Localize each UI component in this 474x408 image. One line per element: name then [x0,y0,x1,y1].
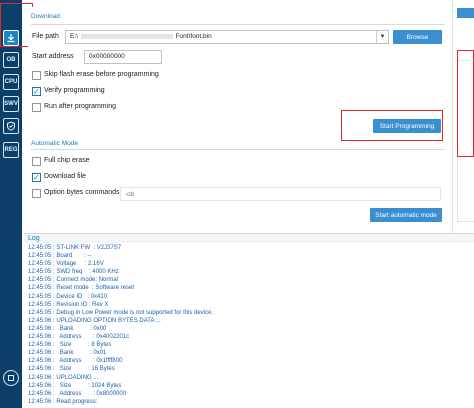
reg-icon[interactable]: REG [3,142,19,158]
shield-icon[interactable] [3,118,19,134]
verify-programming-checkbox[interactable] [32,87,41,96]
log-line: 12:45:05 : Device ID : 0x410 [28,293,108,300]
log-line: 12:45:05 : Voltage : 2.16V [28,261,104,268]
log-line: 12:45:05 : Debug in Low Power mode is no… [28,309,214,316]
log-line: 12:45:06 : Read progress: [28,398,98,405]
log-line: 12:45:05 : Reset mode : Software reset [28,285,135,292]
file-path-field[interactable]: E:\ Font\font.bin ▼ [65,30,389,44]
download-file-checkbox[interactable] [32,173,41,182]
file-path-label: File path [32,33,59,40]
skip-flash-erase-label: Skip flash erase before programming [44,71,159,78]
log-line: 12:45:05 : Revision ID : Rev X [28,301,109,308]
start-automatic-mode-button[interactable]: Start automatic mode [370,208,442,222]
log-line: 12:45:05 : ST-LINK FW : V2J37S7 [28,245,122,251]
log-line: 12:45:06 : Size : 8 Bytes [28,342,112,349]
log-line: 12:45:06 : Size : 1024 Bytes [28,382,122,389]
log-line: 12:45:05 : SWD freq : 4000 KHz [28,269,119,276]
log-line: 12:45:06 : Address : 0x1ffff800 [28,358,123,365]
option-bytes-input[interactable] [120,187,441,201]
swv-icon[interactable]: SWV [3,96,19,112]
download-arrow-icon [7,34,15,43]
run-after-programming-checkbox[interactable] [32,103,41,112]
full-chip-erase-label: Full chip erase [44,157,90,164]
log-line: 12:45:06 : UPLOADING ... [28,374,99,381]
ob-icon[interactable]: OB [3,52,19,68]
log-line: 12:45:06 : Address : 0x8000000 [28,390,127,397]
file-path-suffix: Font\font.bin [175,33,212,40]
log-line: 12:45:06 : Bank : 0x00 [28,325,107,332]
right-panel-header [457,8,474,18]
log-line: 12:45:06 : UPLOADING OPTION BYTES DATA .… [28,317,161,324]
log-header-bar [24,233,474,243]
option-bytes-commands-checkbox[interactable] [32,189,41,198]
log-line: 12:45:05 : Board : -- [28,253,92,260]
log-output[interactable]: 12:45:05 : ST-LINK FW : V2J37S7 12:45:05… [28,244,474,408]
cpu-icon[interactable]: CPU [3,74,19,90]
stm32cubeprogrammer-window: OB CPU SWV REG Download File path E:\ Fo… [0,0,474,408]
start-address-field[interactable]: 0x00000000 [84,50,162,64]
download-separator [31,24,445,25]
file-path-redacted [80,33,173,39]
shield-glyph-icon [7,121,15,131]
download-file-label: Download file [44,173,87,180]
option-bytes-commands-label: Option bytes commands [44,189,120,196]
log-line: 12:45:05 : Connect mode: Normal [28,277,119,284]
browse-button[interactable]: Browse [393,30,442,44]
log-line: 12:45:06 : Address : 0x4002201c [28,334,130,341]
download-panel: Download File path E:\ Font\font.bin ▼ B… [28,7,451,233]
start-address-label: Start address [32,53,74,60]
skip-flash-erase-checkbox[interactable] [32,71,41,80]
chevron-down-icon[interactable]: ▼ [376,31,388,43]
verify-programming-label: Verify programming [44,87,105,94]
download-icon[interactable] [3,30,19,46]
full-chip-erase-checkbox[interactable] [32,157,41,166]
file-path-prefix: E:\ [70,33,78,40]
right-panel-table [457,60,474,222]
right-device-panel [452,0,474,233]
log-line: 12:45:06 : Size : 16 Bytes [28,366,115,373]
chip-info-icon [8,375,14,381]
left-sidebar: OB CPU SWV REG [0,0,22,408]
automatic-mode-title: Automatic Mode [31,140,78,147]
automatic-separator [31,149,445,150]
log-title: Log [28,235,40,242]
log-line: 12:45:06 : Bank : 0x01 [28,350,107,357]
run-after-programming-label: Run after programming [44,103,116,110]
download-section-title: Download [31,13,60,20]
info-icon[interactable] [3,370,19,386]
start-programming-button[interactable]: Start Programming [373,119,441,133]
